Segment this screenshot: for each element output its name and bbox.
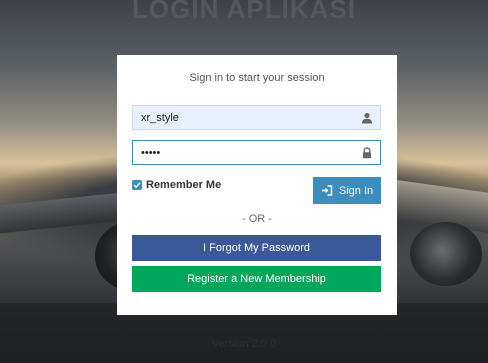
register-button[interactable]: Register a New Membership (132, 266, 381, 292)
or-divider: - OR - (242, 213, 272, 225)
login-box-message: Sign in to start your session (189, 72, 325, 84)
lock-icon (363, 147, 371, 159)
page-title: LOGIN APLIKASI (132, 0, 356, 24)
password-input[interactable] (133, 141, 380, 164)
remember-me-checkbox[interactable] (132, 180, 142, 190)
password-field[interactable] (132, 140, 381, 165)
forgot-password-button[interactable]: I Forgot My Password (132, 235, 381, 261)
sign-in-label: Sign In (338, 184, 374, 197)
airplane-engine-right (410, 222, 482, 286)
user-icon (362, 112, 372, 124)
remember-me-label: Remember Me (146, 179, 222, 191)
username-field[interactable] (132, 105, 381, 130)
login-box: Sign in to start your session Remember M… (117, 55, 397, 315)
remember-me[interactable]: Remember Me (132, 179, 221, 191)
check-icon (133, 182, 141, 189)
sign-in-icon (321, 185, 333, 196)
version-label: Version 2.0.0 (211, 338, 277, 350)
username-input[interactable] (133, 106, 380, 129)
sign-in-button[interactable]: Sign In (313, 177, 381, 204)
